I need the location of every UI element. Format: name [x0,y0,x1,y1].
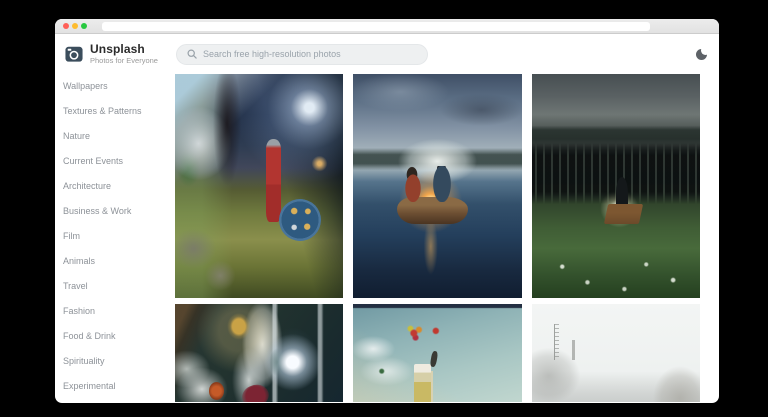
crowd-figures-texture [531,143,700,204]
sidebar-item-textures-patterns[interactable]: Textures & Patterns [63,99,175,124]
close-window-button[interactable] [63,23,69,29]
sidebar-item-wallpapers[interactable]: Wallpapers [63,74,175,99]
unsplash-logo[interactable]: Unsplash Photos for Everyone [65,43,176,65]
photo-thumbnail-2[interactable] [353,74,522,298]
photo-thumbnail-6[interactable] [531,304,700,402]
sidebar-item-fashion[interactable]: Fashion [63,299,175,324]
sidebar-item-film[interactable]: Film [63,224,175,249]
desktop-background: Unsplash Photos for Everyone Wallp [0,0,768,417]
sidebar-item-food-drink[interactable]: Food & Drink [63,324,175,349]
sidebar-item-animals[interactable]: Animals [63,249,175,274]
search-icon [187,49,197,59]
sidebar-item-people[interactable]: People [63,399,175,402]
photo-thumbnail-4[interactable] [175,304,344,402]
photo-thumbnail-5[interactable] [353,304,522,402]
brand-subtitle: Photos for Everyone [90,56,158,65]
window-titlebar[interactable] [55,19,719,34]
sidebar-item-spirituality[interactable]: Spirituality [63,349,175,374]
search-input[interactable] [203,49,417,59]
sidebar-item-travel[interactable]: Travel [63,274,175,299]
category-sidebar: Wallpapers Textures & Patterns Nature Cu… [55,74,175,402]
moon-icon [696,45,710,60]
browser-window: Unsplash Photos for Everyone Wallp [55,19,719,403]
brand-text: Unsplash Photos for Everyone [90,43,158,65]
photo-thumbnail-3[interactable] [531,74,700,298]
sidebar-item-architecture[interactable]: Architecture [63,174,175,199]
sidebar-item-business-work[interactable]: Business & Work [63,199,175,224]
dark-mode-toggle[interactable] [696,45,710,60]
traffic-lights [63,19,87,33]
camera-icon [65,45,83,63]
brand-title: Unsplash [90,42,145,56]
search-bar[interactable] [176,43,428,65]
fullscreen-window-button[interactable] [81,23,87,29]
photo-grid [175,74,719,402]
photo-thumbnail-1[interactable] [175,74,344,298]
address-bar[interactable] [102,22,650,31]
minimize-window-button[interactable] [72,23,78,29]
sidebar-item-nature[interactable]: Nature [63,124,175,149]
sidebar-item-experimental[interactable]: Experimental [63,374,175,399]
sidebar-item-current-events[interactable]: Current Events [63,149,175,174]
fog-mast-structure [553,324,559,360]
app-header: Unsplash Photos for Everyone [55,34,719,74]
main-area: Wallpapers Textures & Patterns Nature Cu… [55,74,719,402]
